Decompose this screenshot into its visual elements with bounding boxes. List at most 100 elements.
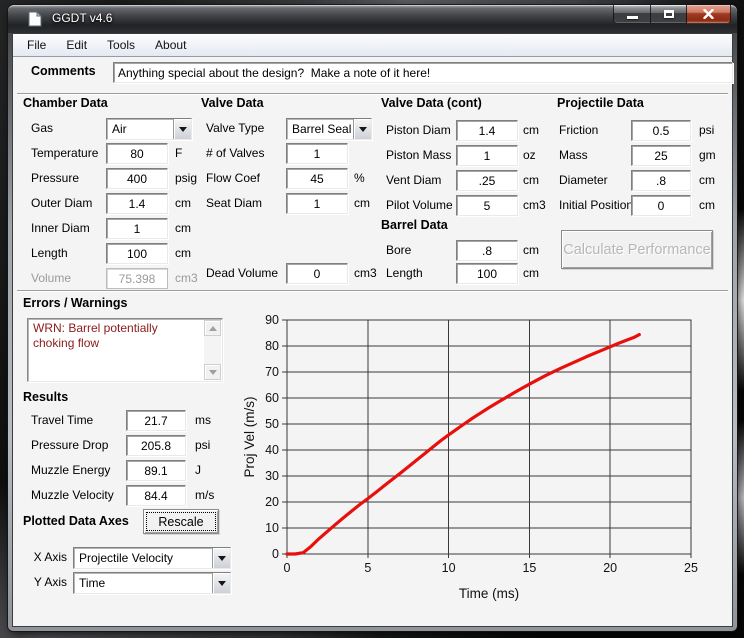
chevron-down-icon bbox=[212, 573, 230, 593]
proj-mass-input[interactable] bbox=[631, 145, 691, 166]
title-bar[interactable]: GGDT v4.6 bbox=[8, 5, 737, 33]
dead-volume-input[interactable] bbox=[286, 263, 348, 284]
bore-label: Bore bbox=[386, 240, 411, 261]
bore-unit: cm bbox=[523, 240, 539, 261]
muzzle-energy-label: Muzzle Energy bbox=[31, 460, 110, 481]
pressure-drop-input[interactable] bbox=[126, 435, 186, 456]
x-axis-label: X Axis bbox=[27, 547, 67, 568]
rescale-button[interactable]: Rescale bbox=[143, 509, 219, 534]
x-axis-value: Projectile Velocity bbox=[74, 548, 212, 568]
window-title: GGDT v4.6 bbox=[52, 11, 112, 25]
barrel-length-unit: cm bbox=[523, 263, 539, 284]
results-header: Results bbox=[23, 390, 68, 404]
outer-diam-label: Outer Diam bbox=[31, 193, 92, 214]
flow-coef-unit: % bbox=[354, 168, 365, 189]
app-icon bbox=[28, 11, 42, 27]
muzzle-energy-unit: J bbox=[195, 460, 201, 481]
svg-text:10: 10 bbox=[265, 521, 279, 535]
maximize-button[interactable] bbox=[650, 5, 687, 24]
svg-text:Time (ms): Time (ms) bbox=[459, 586, 519, 601]
svg-text:15: 15 bbox=[522, 561, 536, 575]
scroll-down-icon[interactable] bbox=[204, 364, 221, 380]
svg-text:25: 25 bbox=[684, 561, 698, 575]
vent-diam-input[interactable] bbox=[456, 170, 518, 191]
pilot-volume-input[interactable] bbox=[456, 195, 518, 216]
flow-coef-label: Flow Coef bbox=[206, 168, 260, 189]
barrel-length-input[interactable] bbox=[456, 263, 518, 284]
seat-diam-input[interactable] bbox=[286, 193, 348, 214]
y-axis-value: Time bbox=[74, 573, 212, 593]
inner-diam-input[interactable] bbox=[106, 218, 168, 239]
dead-volume-unit: cm3 bbox=[354, 263, 377, 284]
piston-mass-unit: oz bbox=[523, 145, 536, 166]
svg-text:30: 30 bbox=[265, 469, 279, 483]
vent-diam-label: Vent Diam bbox=[386, 170, 441, 191]
flow-coef-input[interactable] bbox=[286, 168, 348, 189]
chevron-down-icon bbox=[173, 119, 191, 139]
bore-input[interactable] bbox=[456, 240, 518, 261]
valve-type-label: Valve Type bbox=[206, 118, 264, 139]
chamber-length-input[interactable] bbox=[106, 243, 168, 264]
barrel-data-header: Barrel Data bbox=[381, 218, 448, 232]
proj-diameter-unit: cm bbox=[699, 170, 715, 191]
y-axis-select[interactable]: Time bbox=[73, 572, 231, 594]
gas-value: Air bbox=[107, 119, 173, 139]
svg-text:Proj Vel (m/s): Proj Vel (m/s) bbox=[242, 396, 257, 477]
menu-file[interactable]: File bbox=[17, 34, 56, 56]
pressure-drop-unit: psi bbox=[195, 435, 210, 456]
svg-text:20: 20 bbox=[265, 495, 279, 509]
num-valves-input[interactable] bbox=[286, 143, 348, 164]
comments-input[interactable] bbox=[113, 62, 733, 83]
muzzle-velocity-unit: m/s bbox=[195, 485, 214, 506]
x-axis-select[interactable]: Projectile Velocity bbox=[73, 547, 231, 569]
proj-mass-label: Mass bbox=[559, 145, 588, 166]
pressure-unit: psig bbox=[175, 168, 197, 189]
pilot-volume-label: Pilot Volume bbox=[386, 195, 453, 216]
gas-select[interactable]: Air bbox=[106, 118, 192, 140]
warning-text: WRN: Barrel potentially choking flow bbox=[33, 321, 198, 351]
menu-edit[interactable]: Edit bbox=[56, 34, 97, 56]
temperature-input[interactable] bbox=[106, 143, 168, 164]
svg-text:20: 20 bbox=[603, 561, 617, 575]
close-button[interactable] bbox=[687, 5, 731, 24]
volume-label: Volume bbox=[31, 268, 71, 289]
muzzle-energy-input[interactable] bbox=[126, 460, 186, 481]
travel-time-input[interactable] bbox=[126, 410, 186, 431]
friction-input[interactable] bbox=[631, 120, 691, 141]
outer-diam-input[interactable] bbox=[106, 193, 168, 214]
errors-warnings-box[interactable]: WRN: Barrel potentially choking flow bbox=[27, 318, 223, 382]
warnings-scrollbar[interactable] bbox=[204, 320, 221, 380]
menu-tools[interactable]: Tools bbox=[97, 34, 145, 56]
minimize-button[interactable] bbox=[613, 5, 650, 24]
minimize-icon bbox=[627, 16, 638, 19]
travel-time-label: Travel Time bbox=[31, 410, 93, 431]
initial-position-input[interactable] bbox=[631, 195, 691, 216]
client-area: File Edit Tools About Comments Chamber D… bbox=[12, 33, 733, 627]
proj-diameter-label: Diameter bbox=[559, 170, 608, 191]
scroll-up-icon[interactable] bbox=[204, 320, 221, 336]
maximize-icon bbox=[664, 10, 674, 18]
chamber-data-header: Chamber Data bbox=[23, 96, 108, 110]
section-divider-top bbox=[17, 93, 728, 95]
valve-type-select[interactable]: Barrel Seal bbox=[286, 118, 372, 140]
piston-mass-label: Piston Mass bbox=[386, 145, 451, 166]
friction-label: Friction bbox=[559, 120, 598, 141]
piston-diam-input[interactable] bbox=[456, 120, 518, 141]
menu-about[interactable]: About bbox=[145, 34, 196, 56]
calculate-performance-button[interactable]: Calculate Performance bbox=[561, 230, 713, 269]
chevron-down-icon bbox=[212, 548, 230, 568]
piston-mass-input[interactable] bbox=[456, 145, 518, 166]
valve-type-value: Barrel Seal bbox=[287, 119, 353, 139]
proj-diameter-input[interactable] bbox=[631, 170, 691, 191]
pressure-drop-label: Pressure Drop bbox=[31, 435, 108, 456]
barrel-length-label: Length bbox=[386, 263, 423, 284]
performance-chart: 05101520250102030405060708090Time (ms)Pr… bbox=[241, 292, 733, 622]
initial-position-label: Initial Position bbox=[559, 195, 633, 216]
pilot-volume-unit: cm3 bbox=[523, 195, 546, 216]
vent-diam-unit: cm bbox=[523, 170, 539, 191]
pressure-input[interactable] bbox=[106, 168, 168, 189]
gas-label: Gas bbox=[31, 118, 53, 139]
dead-volume-label: Dead Volume bbox=[206, 263, 278, 284]
muzzle-velocity-input[interactable] bbox=[126, 485, 186, 506]
outer-diam-unit: cm bbox=[175, 193, 191, 214]
